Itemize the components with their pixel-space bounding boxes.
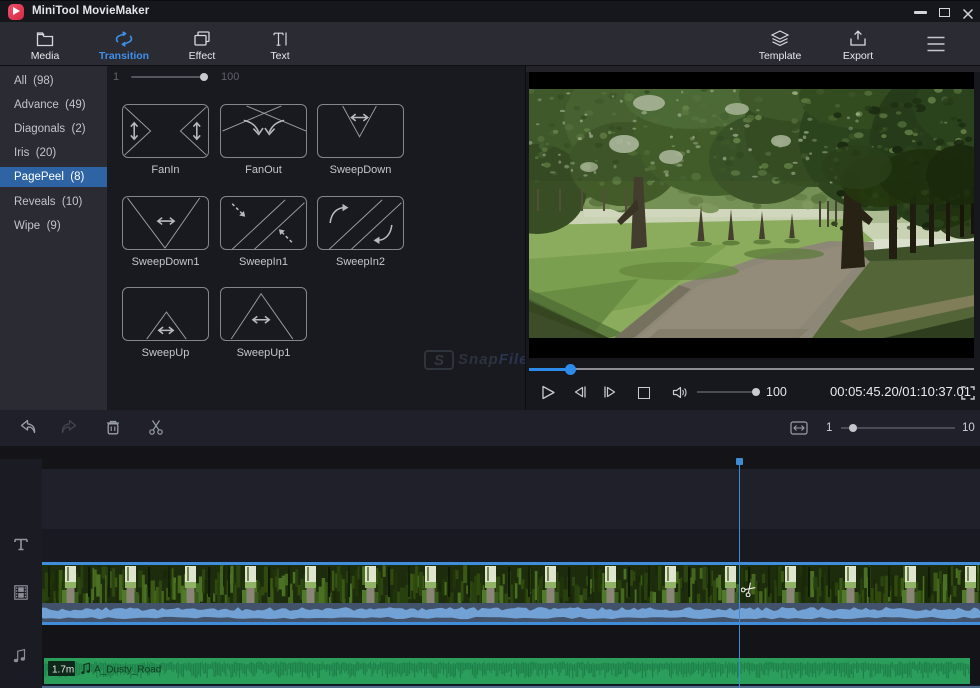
svg-text:A_Dusty_Road: A_Dusty_Road xyxy=(94,665,161,676)
svg-text:1.7m: 1.7m xyxy=(52,665,74,676)
